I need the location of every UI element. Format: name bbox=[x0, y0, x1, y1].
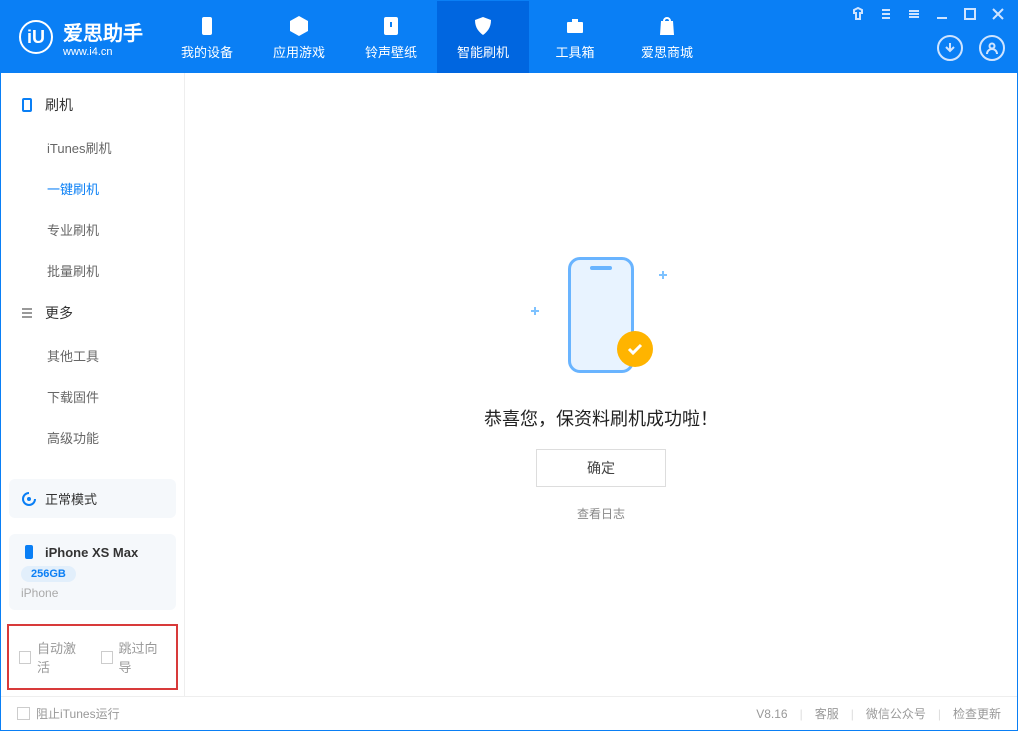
checkbox-block-itunes[interactable]: 阻止iTunes运行 bbox=[17, 705, 120, 722]
options-box: 自动激活 跳过向导 bbox=[7, 624, 178, 690]
success-illustration bbox=[521, 247, 681, 387]
confirm-button[interactable]: 确定 bbox=[536, 449, 666, 487]
tab-label: 铃声壁纸 bbox=[365, 42, 417, 61]
success-message: 恭喜您，保资料刷机成功啦！ bbox=[484, 405, 718, 431]
storage-badge: 256GB bbox=[21, 566, 76, 582]
nav-tabs: 我的设备 应用游戏 铃声壁纸 智能刷机 工具箱 爱思商城 bbox=[161, 1, 713, 73]
logo-block: iU 爱思助手 www.i4.cn bbox=[1, 1, 161, 73]
checkbox-label: 自动激活 bbox=[37, 638, 84, 676]
device-name: iPhone XS Max bbox=[45, 545, 138, 560]
header-right bbox=[851, 1, 1005, 73]
app-url: www.i4.cn bbox=[63, 46, 143, 58]
cube-icon bbox=[287, 14, 311, 38]
tab-my-device[interactable]: 我的设备 bbox=[161, 1, 253, 73]
sidebar-group-flash: 刷机 bbox=[1, 83, 184, 127]
tab-ringtones[interactable]: 铃声壁纸 bbox=[345, 1, 437, 73]
window-controls bbox=[851, 7, 1005, 21]
footer-link-support[interactable]: 客服 bbox=[815, 705, 839, 722]
sparkle-icon bbox=[659, 271, 667, 279]
close-icon[interactable] bbox=[991, 7, 1005, 21]
checkbox-icon bbox=[19, 651, 31, 664]
music-icon bbox=[379, 14, 403, 38]
bag-icon bbox=[655, 14, 679, 38]
tab-toolbox[interactable]: 工具箱 bbox=[529, 1, 621, 73]
sidebar-item-onekey-flash[interactable]: 一键刷机 bbox=[1, 168, 184, 209]
menu-icon[interactable] bbox=[907, 7, 921, 21]
sidebar-item-download-firmware[interactable]: 下载固件 bbox=[1, 376, 184, 417]
footer: 阻止iTunes运行 V8.16 | 客服 | 微信公众号 | 检查更新 bbox=[1, 696, 1017, 730]
check-circle-icon bbox=[617, 331, 653, 367]
phone-small-icon bbox=[19, 97, 35, 113]
sidebar-item-other-tools[interactable]: 其他工具 bbox=[1, 335, 184, 376]
tab-label: 工具箱 bbox=[555, 42, 594, 61]
footer-links: V8.16 | 客服 | 微信公众号 | 检查更新 bbox=[756, 705, 1001, 722]
app-logo-icon: iU bbox=[19, 20, 53, 54]
checkbox-label: 阻止iTunes运行 bbox=[36, 705, 120, 722]
tab-label: 应用游戏 bbox=[273, 42, 325, 61]
app-header: iU 爱思助手 www.i4.cn 我的设备 应用游戏 铃声壁纸 智能刷机 工具… bbox=[1, 1, 1017, 73]
checkbox-auto-activate[interactable]: 自动激活 bbox=[19, 638, 85, 676]
sidebar-item-itunes-flash[interactable]: iTunes刷机 bbox=[1, 127, 184, 168]
download-icon[interactable] bbox=[937, 35, 963, 61]
device-info-box[interactable]: iPhone XS Max 256GB iPhone bbox=[9, 534, 176, 610]
checkbox-label: 跳过向导 bbox=[119, 638, 166, 676]
separator: | bbox=[851, 707, 854, 721]
maximize-icon[interactable] bbox=[963, 7, 977, 21]
version-label: V8.16 bbox=[756, 707, 787, 721]
separator: | bbox=[938, 707, 941, 721]
main-content: 恭喜您，保资料刷机成功啦！ 确定 查看日志 bbox=[185, 73, 1017, 696]
group-title: 刷机 bbox=[45, 95, 73, 115]
tab-label: 爱思商城 bbox=[641, 42, 693, 61]
sidebar-item-advanced[interactable]: 高级功能 bbox=[1, 417, 184, 458]
group-title: 更多 bbox=[45, 303, 73, 323]
app-name: 爱思助手 bbox=[63, 17, 143, 46]
header-actions bbox=[937, 35, 1005, 61]
list-small-icon bbox=[19, 305, 35, 321]
separator: | bbox=[800, 707, 803, 721]
tab-store[interactable]: 爱思商城 bbox=[621, 1, 713, 73]
sidebar-scroll: 刷机 iTunes刷机 一键刷机 专业刷机 批量刷机 更多 其他工具 下载固件 … bbox=[1, 73, 184, 471]
tab-label: 我的设备 bbox=[181, 42, 233, 61]
list-icon[interactable] bbox=[879, 7, 893, 21]
sparkle-icon bbox=[531, 307, 539, 315]
phone-fill-icon bbox=[21, 544, 37, 560]
tab-apps-games[interactable]: 应用游戏 bbox=[253, 1, 345, 73]
sidebar: 刷机 iTunes刷机 一键刷机 专业刷机 批量刷机 更多 其他工具 下载固件 … bbox=[1, 73, 185, 696]
device-status-box[interactable]: 正常模式 bbox=[9, 479, 176, 518]
device-icon bbox=[195, 14, 219, 38]
device-type: iPhone bbox=[21, 586, 164, 600]
user-icon[interactable] bbox=[979, 35, 1005, 61]
logo-text: 爱思助手 www.i4.cn bbox=[63, 17, 143, 58]
device-mode: 正常模式 bbox=[45, 489, 97, 508]
checkbox-icon bbox=[101, 651, 113, 664]
tab-label: 智能刷机 bbox=[457, 42, 509, 61]
sidebar-item-batch-flash[interactable]: 批量刷机 bbox=[1, 250, 184, 291]
checkbox-skip-wizard[interactable]: 跳过向导 bbox=[101, 638, 167, 676]
sidebar-item-pro-flash[interactable]: 专业刷机 bbox=[1, 209, 184, 250]
checkbox-icon bbox=[17, 707, 30, 720]
footer-link-wechat[interactable]: 微信公众号 bbox=[866, 705, 926, 722]
sidebar-group-more: 更多 bbox=[1, 291, 184, 335]
sync-icon bbox=[21, 491, 37, 507]
refresh-shield-icon bbox=[471, 14, 495, 38]
shirt-icon[interactable] bbox=[851, 7, 865, 21]
minimize-icon[interactable] bbox=[935, 7, 949, 21]
view-log-link[interactable]: 查看日志 bbox=[577, 505, 625, 522]
footer-link-update[interactable]: 检查更新 bbox=[953, 705, 1001, 722]
tab-smart-flash[interactable]: 智能刷机 bbox=[437, 1, 529, 73]
body: 刷机 iTunes刷机 一键刷机 专业刷机 批量刷机 更多 其他工具 下载固件 … bbox=[1, 73, 1017, 696]
toolbox-icon bbox=[563, 14, 587, 38]
